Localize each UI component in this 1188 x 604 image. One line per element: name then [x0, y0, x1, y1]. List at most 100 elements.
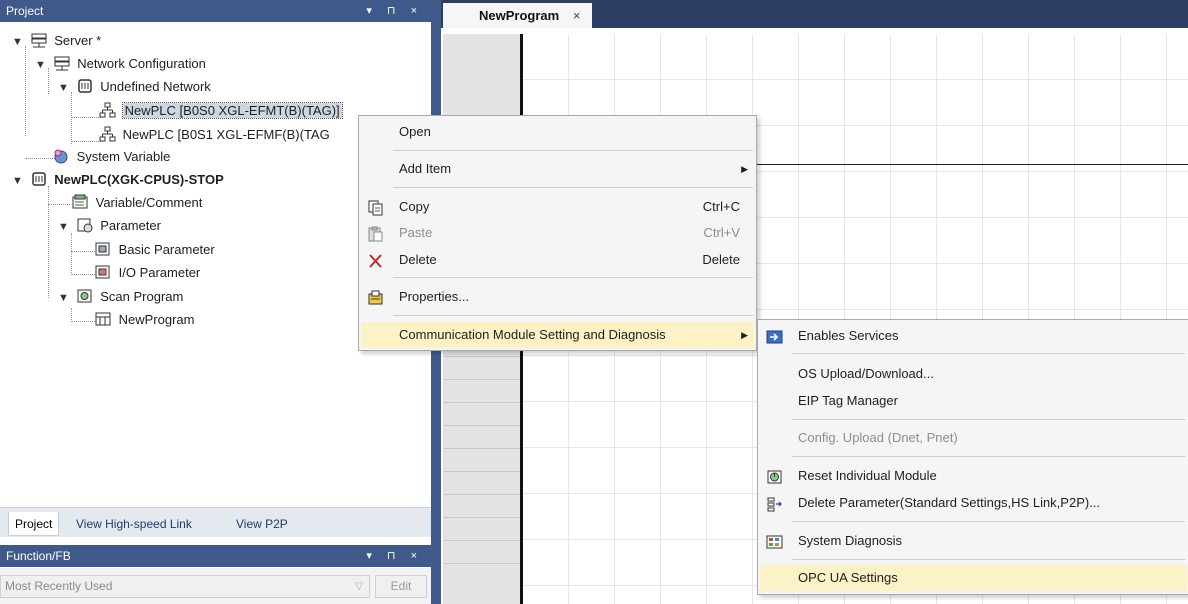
context-menu: Open Add Item ▶ Copy Ctrl+C Paste Ctrl+V…: [358, 115, 757, 351]
tab-newprogram[interactable]: NewProgram ×: [443, 3, 592, 28]
network-node-icon: [98, 102, 116, 118]
tree-connector: [25, 46, 26, 136]
editor-tab-bar: NewProgram ×: [441, 0, 1188, 28]
menu-item-label: Properties...: [399, 289, 470, 304]
menu-item-copy[interactable]: Copy Ctrl+C: [361, 194, 754, 220]
network-config-icon: [53, 55, 71, 71]
chevron-down-icon[interactable]: ▼: [58, 287, 72, 309]
menu-separator: [393, 315, 753, 316]
tree-item-label: Server *: [54, 33, 102, 48]
server-icon: [30, 32, 48, 48]
tab-project[interactable]: Project: [8, 512, 60, 536]
panel-controls[interactable]: ▾ ⊓ ×: [366, 0, 423, 22]
delete-parameter-icon: [766, 495, 783, 512]
menu-item-reset-individual-module[interactable]: Reset Individual Module: [760, 463, 1187, 489]
tab-view-p2p[interactable]: View P2P: [230, 512, 294, 536]
menu-item-eip-tag-manager[interactable]: EIP Tag Manager: [760, 388, 1187, 414]
tree-connector: [71, 308, 72, 322]
menu-separator: [393, 277, 753, 278]
menu-item-add-item[interactable]: Add Item ▶: [361, 156, 754, 182]
menu-item-delete[interactable]: Delete Delete: [361, 247, 754, 273]
tree-item-newplc-cpu[interactable]: ▼ NewPLC(XGK-CPUS)-STOP: [12, 169, 224, 191]
tree-item-system-variable[interactable]: System Variable: [52, 146, 170, 168]
rung-divider: [443, 356, 522, 357]
menu-item-label: Paste: [399, 225, 433, 240]
tree-item-label: I/O Parameter: [118, 265, 201, 280]
tree-item-label: Parameter: [100, 218, 161, 233]
tree-connector: [48, 204, 70, 205]
project-panel-header: Project ▾ ⊓ ×: [0, 0, 431, 22]
tab-view-high-speed-link[interactable]: View High-speed Link: [70, 512, 198, 536]
menu-item-label: Add Item: [399, 161, 452, 176]
menu-item-delete-parameter[interactable]: Delete Parameter(Standard Settings,HS Li…: [760, 490, 1187, 516]
chevron-down-icon[interactable]: ▼: [12, 31, 26, 53]
tree-item-server[interactable]: ▼ Server *: [12, 30, 101, 52]
close-icon[interactable]: ×: [573, 8, 581, 23]
tree-item-scan-program[interactable]: ▼ Scan Program: [58, 286, 183, 308]
menu-separator: [792, 559, 1185, 560]
menu-item-communication-module[interactable]: Communication Module Setting and Diagnos…: [361, 322, 754, 348]
tree-item-io-parameter[interactable]: I/O Parameter: [94, 262, 200, 284]
tree-item-label: Undefined Network: [100, 79, 211, 94]
tree-item-newplc-b0s0[interactable]: NewPLC [B0S0 XGL-EFMT(B)(TAG)]: [98, 100, 343, 122]
tab-label: NewProgram: [479, 8, 560, 23]
tree-connector: [71, 233, 72, 275]
menu-separator: [792, 353, 1185, 354]
menu-item-open[interactable]: Open: [361, 119, 754, 145]
tree-connector: [71, 251, 95, 252]
menu-item-os-upload-download[interactable]: OS Upload/Download...: [760, 361, 1187, 387]
menu-separator: [393, 150, 753, 151]
parameter-icon: [76, 217, 94, 233]
chevron-down-icon[interactable]: ▼: [58, 216, 72, 238]
menu-item-paste[interactable]: Paste Ctrl+V: [361, 220, 754, 246]
copy-icon: [367, 199, 384, 216]
tree-connector: [71, 141, 101, 142]
chevron-down-icon[interactable]: ▼: [35, 54, 49, 76]
menu-item-label: Delete Parameter(Standard Settings,HS Li…: [798, 495, 1101, 510]
menu-shortcut: Ctrl+C: [702, 199, 740, 214]
edit-button[interactable]: Edit: [375, 575, 427, 598]
tree-item-label: Scan Program: [100, 289, 184, 304]
menu-item-label: Reset Individual Module: [798, 468, 937, 483]
menu-item-enables-services[interactable]: Enables Services: [760, 323, 1187, 349]
tree-item-newprogram[interactable]: NewProgram: [94, 309, 194, 331]
menu-shortcut: Delete: [702, 252, 740, 267]
paste-icon: [367, 225, 384, 242]
tree-connector: [25, 158, 55, 159]
tree-item-network-configuration[interactable]: ▼ Network Configuration: [35, 53, 206, 75]
menu-item-label: System Diagnosis: [798, 533, 903, 548]
tree-item-newplc-b0s1[interactable]: NewPLC [B0S1 XGL-EFMF(B)(TAG: [98, 124, 330, 146]
communication-submenu: Enables Services OS Upload/Download... E…: [757, 319, 1188, 595]
most-recently-used-select[interactable]: Most Recently Used ▽: [0, 575, 370, 598]
tree-item-label: Basic Parameter: [118, 242, 215, 257]
tree-item-label: System Variable: [76, 149, 171, 164]
menu-item-label: Enables Services: [798, 328, 899, 343]
tree-item-variable-comment[interactable]: Variable/Comment: [71, 192, 202, 214]
menu-item-properties[interactable]: Properties...: [361, 284, 754, 310]
program-icon: [94, 311, 112, 327]
tree-item-basic-parameter[interactable]: Basic Parameter: [94, 239, 215, 261]
tree-item-label: NewProgram: [118, 312, 195, 327]
chevron-down-icon[interactable]: ▼: [58, 77, 72, 99]
tree-item-label: Variable/Comment: [95, 195, 203, 210]
tree-item-parameter[interactable]: ▼ Parameter: [58, 215, 161, 237]
enable-services-icon: [766, 328, 783, 344]
menu-item-label: OPC UA Settings: [798, 570, 898, 585]
menu-item-system-diagnosis[interactable]: System Diagnosis: [760, 528, 1187, 554]
menu-separator: [792, 419, 1185, 420]
chevron-down-icon[interactable]: ▽: [355, 576, 363, 597]
tree-item-undefined-network[interactable]: ▼ Undefined Network: [58, 76, 211, 98]
menu-item-label: Communication Module Setting and Diagnos…: [399, 327, 666, 342]
menu-shortcut: Ctrl+V: [703, 225, 740, 240]
menu-item-config-upload[interactable]: Config. Upload (Dnet, Pnet): [760, 425, 1187, 451]
tree-connector: [71, 117, 101, 118]
tree-item-label: NewPLC(XGK-CPUS)-STOP: [54, 172, 224, 187]
panel-controls[interactable]: ▾ ⊓ ×: [366, 545, 423, 567]
menu-item-opc-ua-settings[interactable]: OPC UA Settings: [760, 565, 1187, 591]
project-bottom-tabs: Project View High-speed Link View P2P: [0, 507, 431, 537]
function-panel-title: Function/FB: [6, 549, 71, 563]
reset-module-icon: [766, 468, 783, 484]
scan-program-icon: [76, 288, 94, 304]
chevron-down-icon[interactable]: ▼: [12, 170, 26, 192]
chevron-right-icon: ▶: [741, 164, 748, 174]
